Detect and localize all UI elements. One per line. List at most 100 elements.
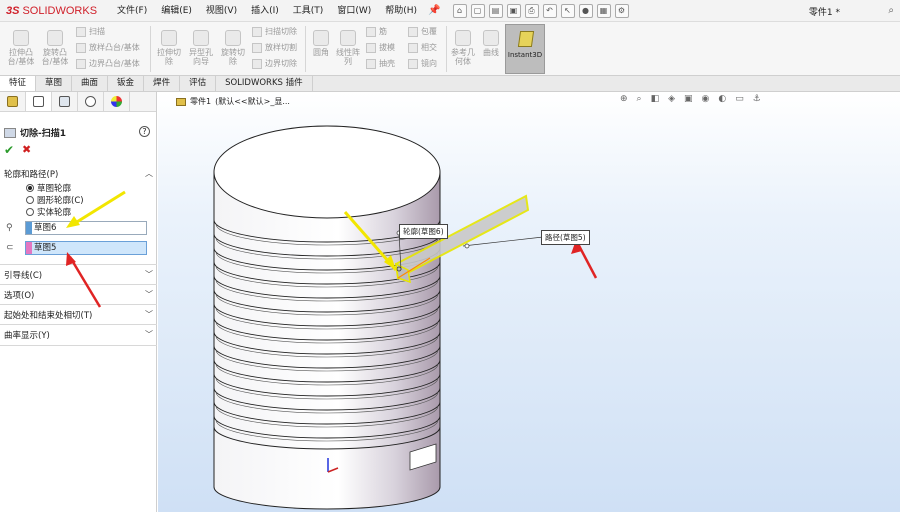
menu-help[interactable]: 帮助(H) — [378, 0, 424, 22]
instant3d-button[interactable]: Instant3D — [505, 24, 545, 74]
draft-button[interactable]: 拔模 — [366, 42, 395, 53]
radio-solid-profile-label: 实体轮廓 — [37, 208, 72, 218]
radio-sketch-profile-label: 草图轮廓 — [37, 184, 72, 194]
rib-button[interactable]: 筋 — [366, 26, 387, 37]
section-guide-curves[interactable]: 引导线(C) ﹀ — [0, 264, 157, 285]
graphics-area[interactable]: 零件1 (默认<<默认>_显... ⊕ ⌕ ◧ ◈ ▣ ◉ ◐ ▭ ⚓ 轮廓(草… — [158, 92, 900, 512]
chevron-down-icon: ﹀ — [145, 290, 153, 299]
pin-icon[interactable]: 📌 — [428, 5, 440, 16]
wrap-button[interactable]: 包覆 — [408, 26, 437, 37]
print-icon[interactable]: ⎙ — [524, 3, 539, 18]
path-selection-field[interactable]: 草图5 — [25, 241, 147, 255]
quick-access-toolbar: ⌂ ▢ ▤ ▣ ⎙ ↶ ↖ ● ▦ ⚙ — [452, 3, 629, 18]
loft-boss-button[interactable]: 放样凸台/基体 — [76, 42, 140, 53]
open-icon[interactable]: ▤ — [488, 3, 503, 18]
section-profile-path-label: 轮廓和路径(P) — [4, 170, 59, 180]
linear-pattern-button[interactable]: 线性阵 列 — [334, 30, 362, 66]
reference-geometry-button[interactable]: 参考几 何体 — [449, 30, 477, 66]
options-gear-icon[interactable]: ⚙ — [614, 3, 629, 18]
display-manager-tab[interactable] — [104, 92, 130, 111]
menu-window[interactable]: 窗口(W) — [330, 0, 378, 22]
menu-file[interactable]: 文件(F) — [110, 0, 154, 22]
intersect-button[interactable]: 相交 — [408, 42, 437, 53]
tab-addins[interactable]: SOLIDWORKS 插件 — [216, 76, 313, 91]
intersect-icon — [408, 42, 418, 53]
fillet-button[interactable]: 圆角 — [308, 30, 334, 57]
ok-button[interactable]: ✔ — [4, 143, 14, 157]
cylinder-top-face — [213, 125, 441, 219]
radio-solid-profile[interactable]: 实体轮廓 — [26, 206, 71, 218]
sweep-button[interactable]: 扫描 — [76, 26, 105, 37]
undo-icon[interactable]: ↶ — [542, 3, 557, 18]
extrude-boss-label: 拉伸凸 台/基体 — [7, 48, 35, 66]
curves-button[interactable]: 曲线 — [478, 30, 504, 57]
boundary-boss-button[interactable]: 边界凸台/基体 — [76, 58, 140, 69]
home-icon[interactable]: ⌂ — [452, 3, 467, 18]
save-icon[interactable]: ▣ — [506, 3, 521, 18]
tab-sketch[interactable]: 草图 — [36, 76, 73, 91]
property-manager-tab[interactable] — [26, 92, 52, 111]
radio-circular-profile[interactable]: 圆形轮廓(C) — [26, 194, 84, 206]
hole-wizard-label: 异型孔 向导 — [189, 48, 213, 66]
boundary-cut-button[interactable]: 边界切除 — [252, 58, 297, 69]
section-curvature-display[interactable]: 曲率显示(Y) ﹀ — [0, 324, 157, 346]
extrude-cut-label: 拉伸切 除 — [157, 48, 181, 66]
select-icon[interactable]: ↖ — [560, 3, 575, 18]
configuration-tab[interactable] — [52, 92, 78, 111]
fillet-icon — [313, 30, 329, 46]
menu-view[interactable]: 视图(V) — [199, 0, 244, 22]
model-graphics — [213, 125, 598, 510]
new-document-icon[interactable]: ▢ — [470, 3, 485, 18]
dimxpert-tab[interactable] — [78, 92, 104, 111]
help-icon[interactable]: ? — [139, 126, 150, 137]
draft-icon — [366, 42, 376, 53]
mirror-button[interactable]: 镜向 — [408, 58, 437, 69]
app-logo: 3S SOLIDWORKS — [0, 0, 110, 22]
property-manager: 切除-扫描1 ? ✔ ✖ 轮廓和路径(P) ︿ 草图轮廓 圆形轮廓(C) 实体轮… — [0, 92, 157, 512]
profile-callout[interactable]: 轮廓(草图6) — [399, 224, 448, 239]
section-tangency[interactable]: 起始处和结束处相切(T) ﹀ — [0, 304, 157, 325]
radio-sketch-profile[interactable]: 草图轮廓 — [26, 182, 71, 194]
revolve-cut-button[interactable]: 旋转切 除 — [217, 30, 249, 66]
ribbon-divider — [446, 26, 447, 72]
tab-sheet-metal[interactable]: 钣金 — [108, 76, 145, 91]
curves-label: 曲线 — [483, 48, 499, 57]
path-callout[interactable]: 路径(草图5) — [541, 230, 590, 245]
boundary-boss-icon — [76, 58, 86, 69]
revolve-boss-icon — [47, 30, 63, 46]
menu-tools[interactable]: 工具(T) — [286, 0, 331, 22]
shell-icon — [366, 58, 376, 69]
hole-wizard-button[interactable]: 异型孔 向导 — [185, 30, 217, 66]
tab-features[interactable]: 特征 — [0, 76, 37, 91]
mirror-label: 镜向 — [421, 59, 437, 68]
swept-cut-feature-icon — [4, 127, 16, 138]
tab-weldments[interactable]: 焊件 — [144, 76, 181, 91]
lofted-cut-button[interactable]: 放样切割 — [252, 42, 297, 53]
path-field-value: 草图5 — [34, 243, 57, 253]
section-profile-path[interactable]: 轮廓和路径(P) ︿ — [0, 164, 157, 184]
extrude-boss-icon — [13, 30, 29, 46]
tab-evaluate[interactable]: 评估 — [180, 76, 217, 91]
swept-cut-button[interactable]: 扫描切除 — [252, 26, 297, 37]
shell-button[interactable]: 抽壳 — [366, 58, 395, 69]
revolve-boss-button[interactable]: 旋转凸 台/基体 — [38, 30, 72, 66]
feature-tree-tab[interactable] — [0, 92, 26, 111]
boundary-cut-label: 边界切除 — [265, 59, 297, 68]
section-options[interactable]: 选项(O) ﹀ — [0, 284, 157, 305]
extrude-boss-button[interactable]: 拉伸凸 台/基体 — [4, 30, 38, 66]
sweep-icon — [76, 26, 86, 37]
rebuild-icon[interactable]: ● — [578, 3, 593, 18]
extrude-cut-button[interactable]: 拉伸切 除 — [153, 30, 185, 66]
profile-selection-field[interactable]: 草图6 — [25, 221, 147, 235]
tab-surfaces[interactable]: 曲面 — [72, 76, 109, 91]
draft-label: 拔模 — [379, 43, 395, 52]
loft-boss-label: 放样凸台/基体 — [89, 43, 140, 52]
title-search-icon[interactable]: ⌕ — [888, 5, 894, 16]
instant3d-icon — [517, 31, 535, 47]
menu-insert[interactable]: 插入(I) — [244, 0, 286, 22]
sweep-label: 扫描 — [89, 27, 105, 36]
cancel-button[interactable]: ✖ — [22, 143, 31, 156]
extrude-cut-icon — [161, 30, 177, 46]
menu-edit[interactable]: 编辑(E) — [154, 0, 199, 22]
file-properties-icon[interactable]: ▦ — [596, 3, 611, 18]
